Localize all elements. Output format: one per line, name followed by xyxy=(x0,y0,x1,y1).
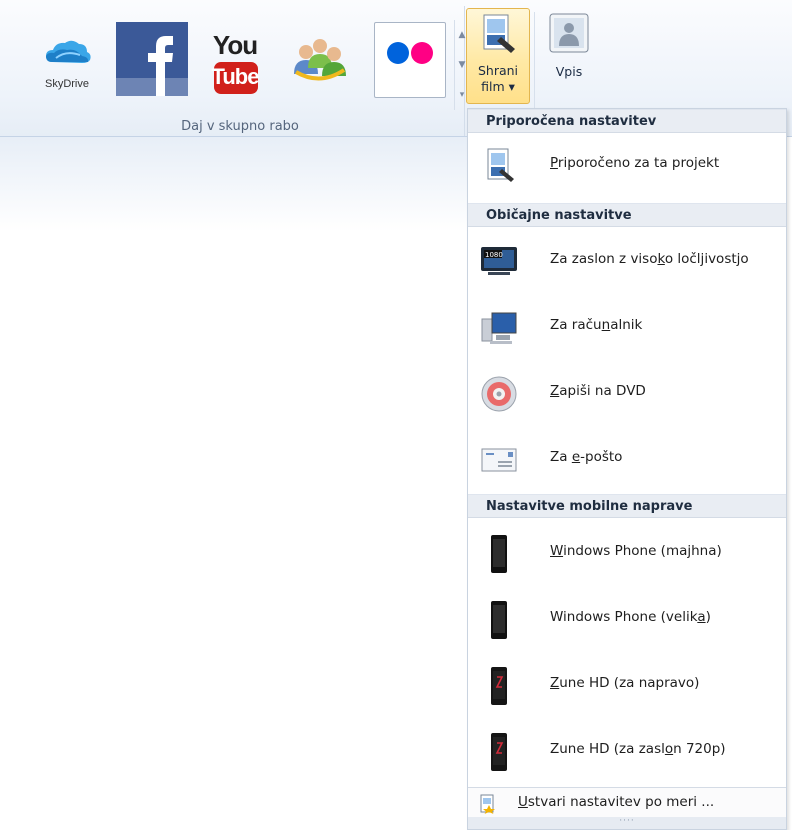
menu-item-hd-display[interactable]: 1080 Za zaslon z visoko ločljivostjo xyxy=(468,231,786,291)
save-movie-label: Shrani film ▾ xyxy=(477,63,519,94)
save-movie-button[interactable]: Shrani film ▾ xyxy=(466,8,530,104)
skydrive-label: SkyDrive xyxy=(44,78,89,90)
section-mobile: Nastavitve mobilne naprave xyxy=(468,494,786,518)
signin-button[interactable]: Vpis xyxy=(540,12,598,102)
svg-text:1080: 1080 xyxy=(485,251,503,259)
people-button[interactable] xyxy=(284,22,354,96)
section-standard: Običajne nastavitve xyxy=(468,203,786,227)
zune-hd-icon xyxy=(491,733,507,771)
menu-item-recommended-project[interactable]: Priporočeno za ta projekt xyxy=(468,135,786,195)
facebook-button[interactable] xyxy=(116,22,188,96)
workspace-background xyxy=(0,137,470,232)
user-icon xyxy=(549,13,589,53)
flickr-icon xyxy=(387,42,433,64)
menu-item-email[interactable]: Za e-pošto xyxy=(468,429,786,489)
section-recommended: Priporočena nastavitev xyxy=(468,109,786,133)
menu-item-windows-phone-small[interactable]: Windows Phone (majhna) xyxy=(468,523,786,583)
save-movie-dropdown: Priporočena nastavitev Priporočeno za ta… xyxy=(467,108,787,830)
share-group: SkyDrive You Tube ▲ ▼ ▾ Daj v skupno rab… xyxy=(16,6,465,136)
flickr-button[interactable] xyxy=(374,22,446,98)
computer-icon xyxy=(481,312,517,344)
people-icon xyxy=(294,39,346,81)
menu-item-zune-720p[interactable]: Zune HD (za zaslon 720p) xyxy=(468,721,786,781)
skydrive-button[interactable]: SkyDrive xyxy=(32,22,102,96)
menu-item-computer[interactable]: Za računalnik xyxy=(468,297,786,357)
signin-label: Vpis xyxy=(555,64,583,79)
resize-grip[interactable]: ···· xyxy=(468,817,786,829)
youtube-logo-bottom: Tube xyxy=(211,64,260,89)
recommended-movie-icon xyxy=(487,148,514,182)
custom-settings-item[interactable]: Ustvari nastavitev po meri ... xyxy=(468,787,786,818)
custom-settings-icon xyxy=(480,794,495,814)
facebook-icon xyxy=(116,22,188,96)
dvd-icon xyxy=(481,376,517,412)
share-group-label: Daj v skupno rabo xyxy=(181,119,299,134)
windows-phone-icon xyxy=(491,535,507,573)
hd-display-icon: 1080 xyxy=(481,247,517,275)
dropdown-scrollbar[interactable] xyxy=(788,109,792,789)
zune-hd-icon xyxy=(491,667,507,705)
menu-item-dvd[interactable]: Zapiši na DVD xyxy=(468,363,786,423)
ribbon-separator xyxy=(534,12,535,112)
email-icon xyxy=(481,448,517,472)
menu-item-zune-device[interactable]: Zune HD (za napravo) xyxy=(468,655,786,715)
youtube-button[interactable]: You Tube xyxy=(200,22,270,96)
windows-phone-icon xyxy=(491,601,507,639)
share-gallery: SkyDrive You Tube ▲ ▼ ▾ xyxy=(28,16,465,110)
save-movie-icon xyxy=(483,14,515,53)
menu-item-windows-phone-large[interactable]: Windows Phone (velika) xyxy=(468,589,786,649)
youtube-logo-top: You xyxy=(212,30,258,60)
